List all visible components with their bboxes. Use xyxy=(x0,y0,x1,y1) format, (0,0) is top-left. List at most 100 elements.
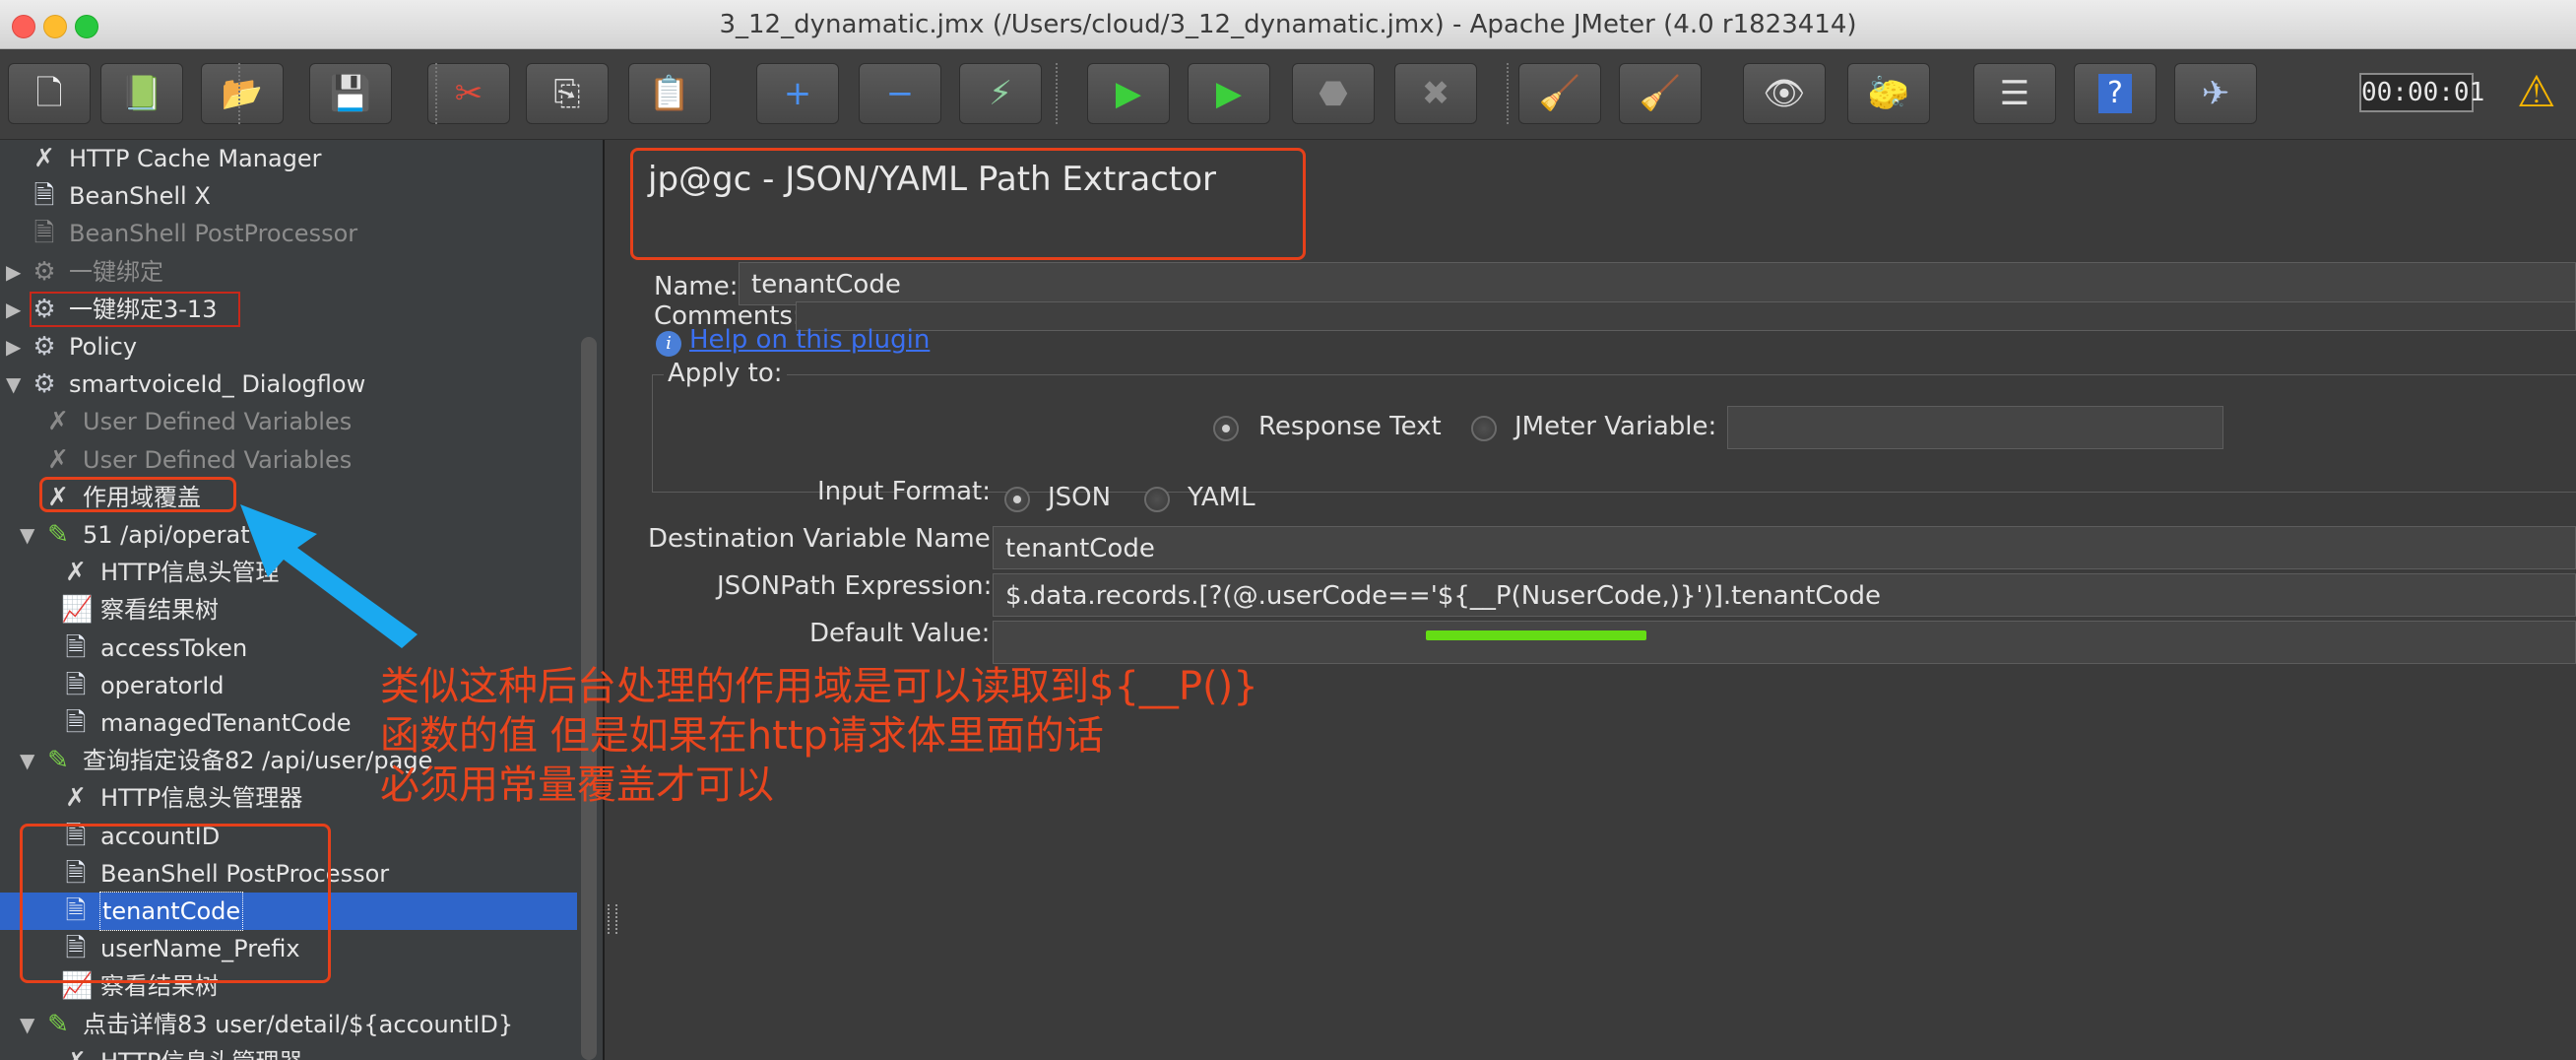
toggle-button[interactable]: ⚡ xyxy=(959,63,1042,124)
tree-node[interactable]: ✗ User Defined Variables xyxy=(0,441,577,479)
tree-node-label: 一键绑定 xyxy=(69,257,163,286)
jsonpath-expression-field[interactable]: $.data.records.[?(@.userCode=='${__P(Nus… xyxy=(993,573,2576,617)
stop-button[interactable]: ⬣ xyxy=(1292,63,1375,124)
collapsed-arrow-icon[interactable]: ▶ xyxy=(6,253,21,291)
minus-icon: − xyxy=(885,74,915,113)
warning-icon[interactable]: ⚠ xyxy=(2517,67,2555,117)
tree-node-label: 察看结果树 xyxy=(100,596,219,625)
help-button[interactable]: ? xyxy=(2074,63,2157,124)
help-icon: ? xyxy=(2098,74,2132,113)
reset-search-button[interactable]: 🧽 xyxy=(1847,63,1930,124)
wrench-icon: ✗ xyxy=(47,407,69,437)
tree-node[interactable]: 🗎 BeanShell X xyxy=(0,177,577,215)
default-value-label: Default Value: xyxy=(809,619,991,648)
json-radio[interactable] xyxy=(1004,487,1030,512)
save-button[interactable]: 💾 xyxy=(309,63,392,124)
tree-node-label: User Defined Variables xyxy=(83,445,353,474)
script-icon: 🗎 xyxy=(65,670,87,700)
remote-button[interactable]: ✈ xyxy=(2174,63,2257,124)
input-format-label: Input Format: xyxy=(817,477,991,506)
toolbar-separator xyxy=(1056,63,1058,124)
toolbar-separator xyxy=(1507,63,1509,124)
broom-clear-all-icon: 🧹 xyxy=(1639,74,1682,113)
yaml-radio[interactable] xyxy=(1144,487,1170,512)
tree-node-label: BeanShell X xyxy=(69,182,211,211)
gear-icon: ⚙ xyxy=(32,369,56,400)
tree-node[interactable]: 🗎 BeanShell PostProcessor xyxy=(0,215,577,252)
green-highlight-mark xyxy=(1426,630,1646,640)
play-no-timers-icon: ▶ xyxy=(1215,74,1243,113)
annotation-note-line: 必须用常量覆盖才可以 xyxy=(380,762,774,808)
response-text-radio[interactable] xyxy=(1213,416,1239,441)
paste-button[interactable]: 📋 xyxy=(628,63,711,124)
tree-node-label: User Defined Variables xyxy=(83,408,353,436)
shutdown-icon: ✖ xyxy=(1421,74,1450,113)
annotation-box-scope-override xyxy=(39,477,236,512)
tree-node-label: operatorId xyxy=(100,671,225,699)
destination-variable-label: Destination Variable Name: xyxy=(648,524,999,554)
tree-node[interactable]: ✗ HTTP Cache Manager xyxy=(0,140,577,177)
gear-icon: ⚙ xyxy=(32,332,56,362)
broom-clear-icon: 🧹 xyxy=(1538,74,1581,113)
collapse-button[interactable]: − xyxy=(859,63,941,124)
tree-node-label: 点击详情83 user/detail/${accountID} xyxy=(83,1010,514,1038)
jmeter-variable-field[interactable] xyxy=(1727,406,2223,449)
collapsed-arrow-icon[interactable]: ▶ xyxy=(6,328,21,365)
pipette-icon: ✎ xyxy=(47,520,69,550)
tree-node-label: HTTP信息头管理器 xyxy=(100,784,303,813)
tree-node[interactable]: ✗ HTTP信息头管理器 xyxy=(0,1043,577,1060)
tree-node[interactable]: ▶ ⚙ 一键绑定 xyxy=(0,253,577,291)
tree-node-label: HTTP信息头管理器 xyxy=(100,1043,302,1060)
splitter-grip[interactable] xyxy=(608,904,617,934)
shutdown-button[interactable]: ✖ xyxy=(1394,63,1477,124)
new-button[interactable]: 🗋 xyxy=(8,63,91,124)
json-label: JSON xyxy=(1048,483,1112,512)
comments-field[interactable] xyxy=(796,301,2576,331)
tree-node[interactable]: ▼ ⚙ smartvoiceId_ Dialogflow xyxy=(0,365,577,403)
clear-all-button[interactable]: 🧹 xyxy=(1619,63,1702,124)
open-button[interactable]: 📂 xyxy=(201,63,284,124)
jmeter-variable-radio[interactable] xyxy=(1471,416,1497,441)
function-helper-button[interactable]: ☰ xyxy=(1973,63,2056,124)
templates-button[interactable]: 📗 xyxy=(100,63,183,124)
yaml-label: YAML xyxy=(1188,483,1256,512)
cut-button[interactable]: ✂ xyxy=(427,63,510,124)
templates-icon: 📗 xyxy=(120,74,163,113)
annotation-note: 类似这种后台处理的作用域是可以读取到${__P()} 函数的值 但是如果在htt… xyxy=(380,662,1258,810)
help-link[interactable]: Help on this plugin xyxy=(689,325,930,355)
annotation-box-extractors xyxy=(20,824,331,983)
script-icon: 🗎 xyxy=(65,708,87,738)
clear-button[interactable]: 🧹 xyxy=(1518,63,1601,124)
annotation-box-panel-title xyxy=(630,148,1306,260)
plus-icon: + xyxy=(783,74,812,113)
wrench-icon: ✗ xyxy=(61,1047,91,1060)
toolbar-separator xyxy=(238,63,240,124)
toggle-icon: ⚡ xyxy=(989,74,1012,113)
expand-button[interactable]: + xyxy=(756,63,839,124)
copy-button[interactable]: ⎘ xyxy=(526,63,609,124)
tree-node[interactable]: ▶ ⚙ Policy xyxy=(0,328,577,365)
wrench-icon: ✗ xyxy=(33,144,55,173)
pipette-icon: ✎ xyxy=(47,746,69,776)
annotation-note-line: 类似这种后台处理的作用域是可以读取到${__P()} xyxy=(380,664,1258,709)
toolbar-separator xyxy=(435,63,437,124)
destination-variable-field[interactable]: tenantCode xyxy=(993,526,2576,569)
start-button[interactable]: ▶ xyxy=(1087,63,1170,124)
expanded-arrow-icon[interactable]: ▼ xyxy=(20,1006,34,1043)
expanded-arrow-icon[interactable]: ▼ xyxy=(6,365,21,403)
collapsed-arrow-icon[interactable]: ▶ xyxy=(6,291,21,328)
wrench-icon: ✗ xyxy=(65,783,87,814)
window-title-bar: 3_12_dynamatic.jmx (/Users/cloud/3_12_dy… xyxy=(0,0,2576,49)
default-value-field[interactable] xyxy=(993,621,2576,664)
expanded-arrow-icon[interactable]: ▼ xyxy=(20,742,34,779)
tree-node-label: HTTP Cache Manager xyxy=(69,145,322,172)
start-no-pauses-button[interactable]: ▶ xyxy=(1188,63,1270,124)
elapsed-timer: 00:00:01 xyxy=(2359,73,2484,112)
tree-node[interactable]: ▼ ✎ 点击详情83 user/detail/${accountID} xyxy=(0,1006,577,1043)
json-extractor-panel: jp@gc - JSON/YAML Path Extractor Name: t… xyxy=(622,140,2576,1060)
search-button[interactable]: 👁 xyxy=(1743,63,1826,124)
name-field[interactable]: tenantCode xyxy=(739,262,2576,305)
annotation-box-tree-item xyxy=(30,292,240,327)
tree-node[interactable]: ✗ User Defined Variables xyxy=(0,403,577,440)
expanded-arrow-icon[interactable]: ▼ xyxy=(20,516,34,554)
